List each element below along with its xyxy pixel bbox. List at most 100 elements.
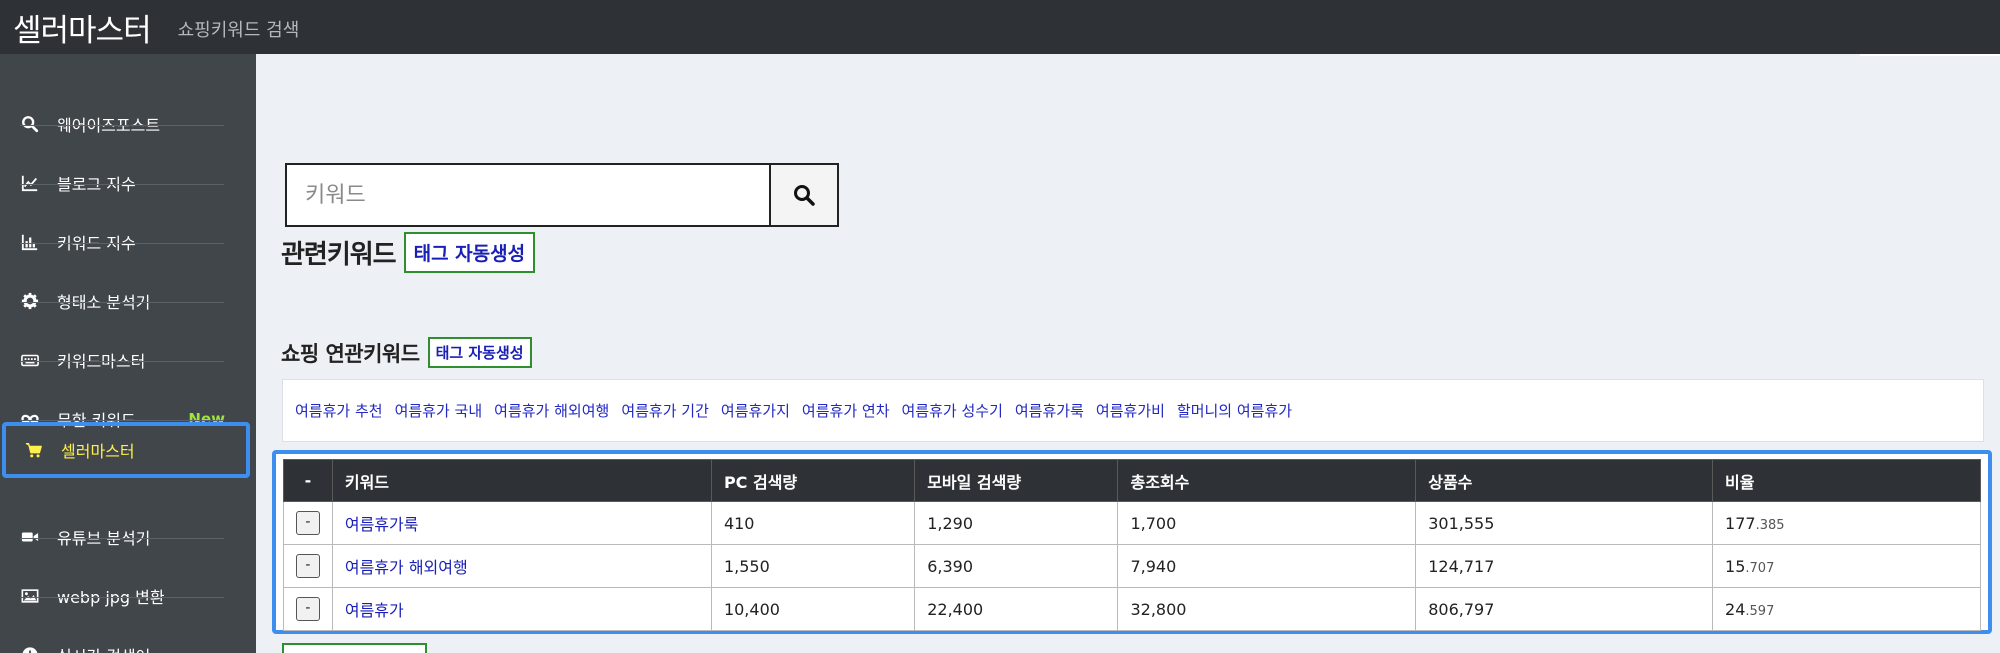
keyboard-icon: [20, 351, 40, 369]
related-keywords-header: 관련키워드 태그 자동생성: [281, 232, 536, 273]
sidebar-item-youtube-analyzer[interactable]: 유튜브 분석기: [0, 508, 225, 566]
sidebar-item-label: 형태소 분석기: [57, 293, 151, 312]
pc-volume-cell: 1,550: [710, 544, 916, 588]
shopping-keywords-title: 쇼핑 연관키워드: [281, 341, 420, 366]
keyword-table: - 키워드 PC 검색량 모바일 검색량 총조회수 상품수 비율 - 여름휴가룩…: [283, 459, 1981, 631]
remove-row-button[interactable]: -: [295, 554, 320, 578]
page-subtitle: 쇼핑키워드 검색: [177, 20, 300, 41]
pc-volume-cell: 10,400: [710, 587, 916, 631]
mobile-volume-cell: 6,390: [914, 544, 1119, 588]
bar-chart-icon: [20, 233, 40, 251]
ratio-decimal: .707: [1745, 560, 1775, 576]
bottom-action-button[interactable]: [282, 643, 427, 653]
table-row: - 여름휴가 10,400 22,400 32,800 806,797 24.5…: [283, 587, 1981, 631]
keyword-link[interactable]: 여름휴가룩: [1015, 400, 1084, 421]
ratio-integer: 15: [1725, 556, 1746, 576]
sidebar-divider: [20, 420, 224, 421]
keyword-link[interactable]: 할머니의 여름휴가: [1177, 400, 1292, 421]
search-icon: [20, 115, 40, 133]
ratio-integer: 24: [1725, 599, 1746, 619]
clock-icon: [20, 646, 40, 653]
search-bar: [285, 163, 839, 227]
col-header-pc-volume[interactable]: PC 검색량: [710, 459, 916, 502]
sidebar-item-blog-index[interactable]: 블로그 지수: [0, 154, 225, 212]
remove-row-button[interactable]: -: [295, 597, 320, 621]
total-views-cell: 7,940: [1117, 544, 1417, 588]
col-header-total-views[interactable]: 총조회수: [1117, 459, 1417, 502]
sidebar-divider: [20, 597, 224, 598]
total-views-cell: 1,700: [1117, 501, 1417, 545]
search-button[interactable]: [771, 165, 837, 225]
col-header-ratio[interactable]: 비율: [1712, 459, 1981, 502]
sidebar-item-label: 블로그 지수: [57, 175, 136, 194]
brand-title[interactable]: 셀러마스터: [13, 5, 152, 50]
search-icon: [792, 183, 816, 207]
shopping-keywords-header: 쇼핑 연관키워드 태그 자동생성: [281, 337, 532, 368]
search-input[interactable]: [287, 165, 771, 225]
product-count-cell: 806,797: [1415, 587, 1714, 631]
sidebar-divider: [20, 302, 224, 303]
shopping-keyword-list: 여름휴가 추천 여름휴가 국내 여름휴가 해외여행 여름휴가 기간 여름휴가지 …: [282, 379, 1984, 442]
total-views-cell: 32,800: [1117, 587, 1417, 631]
line-chart-icon: [20, 174, 40, 192]
keyword-link[interactable]: 여름휴가비: [1096, 400, 1165, 421]
product-count-cell: 124,717: [1415, 544, 1714, 588]
top-bar: 셀러마스터 쇼핑키워드 검색: [0, 0, 2000, 54]
shopping-auto-tag-button[interactable]: 태그 자동생성: [427, 337, 532, 368]
col-header-mobile-volume[interactable]: 모바일 검색량: [914, 459, 1119, 502]
sidebar-divider: [20, 243, 224, 244]
sidebar-item-label: 유튜브 분석기: [57, 529, 151, 548]
related-keywords-title: 관련키워드: [281, 240, 397, 270]
pc-volume-cell: 410: [710, 501, 916, 545]
sidebar-divider: [20, 184, 224, 185]
mobile-volume-cell: 22,400: [914, 587, 1119, 631]
sidebar-divider: [20, 538, 224, 539]
keyword-link[interactable]: 여름휴가 해외여행: [494, 400, 609, 421]
table-header-row: - 키워드 PC 검색량 모바일 검색량 총조회수 상품수 비율: [283, 459, 1981, 502]
keyword-link[interactable]: 여름휴가 기간: [621, 400, 709, 421]
col-header-action: -: [283, 459, 333, 502]
sidebar-item-label: 셀러마스터: [61, 442, 135, 461]
mobile-volume-cell: 1,290: [914, 501, 1119, 545]
sidebar-item-label: 실시간 검색어: [57, 643, 150, 653]
sidebar-item-label: 키워드마스터: [57, 352, 146, 371]
ratio-decimal: .385: [1755, 517, 1785, 533]
col-header-keyword[interactable]: 키워드: [331, 459, 712, 502]
keyword-cell-link[interactable]: 여름휴가: [345, 601, 404, 620]
sidebar-item-keyword-master[interactable]: 키워드마스터: [0, 331, 225, 389]
keyword-cell-link[interactable]: 여름휴가룩: [345, 515, 419, 534]
keyword-link[interactable]: 여름휴가 성수기: [902, 400, 1003, 421]
product-count-cell: 301,555: [1415, 501, 1714, 545]
ratio-decimal: .597: [1745, 603, 1775, 619]
remove-row-button[interactable]: -: [295, 511, 320, 535]
video-icon: [20, 528, 40, 546]
sidebar-item-whereispost[interactable]: 웨어이즈포스트: [0, 95, 225, 153]
ratio-cell: 15.707: [1712, 544, 1981, 588]
sidebar-item-morpheme-analyzer[interactable]: 형태소 분석기: [0, 272, 225, 330]
keyword-cell-link[interactable]: 여름휴가 해외여행: [345, 558, 468, 577]
ratio-cell: 24.597: [1712, 587, 1981, 631]
image-icon: [20, 587, 40, 605]
table-row: - 여름휴가룩 410 1,290 1,700 301,555 177.385: [283, 501, 1981, 545]
sidebar-item-label: webp jpg 변환: [57, 588, 165, 607]
auto-tag-button[interactable]: 태그 자동생성: [403, 232, 536, 273]
col-header-product-count[interactable]: 상품수: [1415, 459, 1714, 502]
gear-icon: [20, 292, 40, 310]
keyword-table-panel: - 키워드 PC 검색량 모바일 검색량 총조회수 상품수 비율 - 여름휴가룩…: [272, 450, 1992, 634]
sidebar-item-label: 키워드 지수: [57, 234, 136, 253]
sidebar-item-label: 웨어이즈포스트: [57, 116, 161, 135]
keyword-link[interactable]: 여름휴가 국내: [395, 400, 483, 421]
ratio-integer: 177: [1725, 513, 1756, 533]
keyword-link[interactable]: 여름휴가 연차: [802, 400, 890, 421]
sidebar-item-keyword-index[interactable]: 키워드 지수: [0, 213, 225, 271]
keyword-link[interactable]: 여름휴가지: [721, 400, 790, 421]
top-divider: [1860, 54, 2000, 56]
sidebar-item-seller-master[interactable]: 셀러마스터: [2, 422, 250, 478]
keyword-link[interactable]: 여름휴가 추천: [295, 400, 383, 421]
sidebar-item-realtime-search[interactable]: 실시간 검색어: [0, 626, 225, 653]
sidebar: 웨어이즈포스트 블로그 지수 키워드 지수 형태소 분석기 키워드마스터 무한 …: [0, 54, 256, 653]
sidebar-divider: [20, 361, 224, 362]
table-row: - 여름휴가 해외여행 1,550 6,390 7,940 124,717 15…: [283, 544, 1981, 588]
sidebar-divider: [20, 125, 224, 126]
sidebar-item-webp-jpg-converter[interactable]: webp jpg 변환: [0, 567, 225, 625]
